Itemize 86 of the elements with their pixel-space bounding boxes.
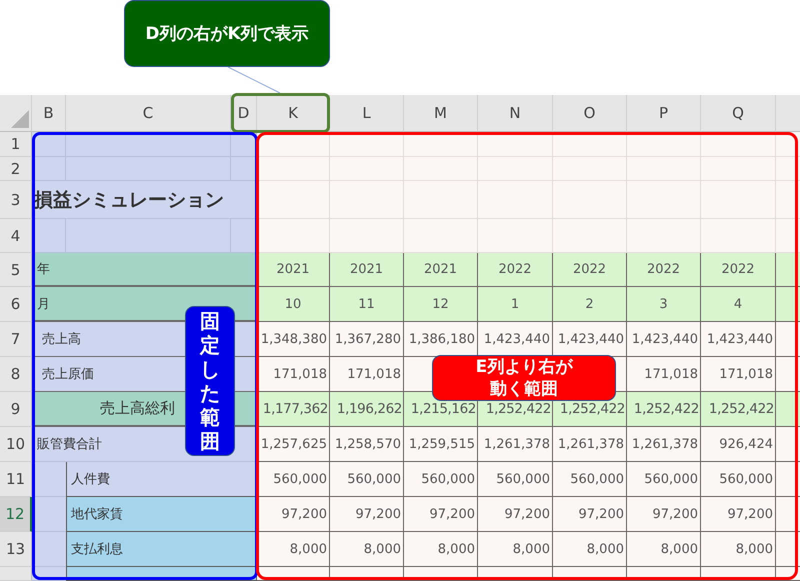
table-cell: 926,424 xyxy=(701,427,776,462)
table-cell: 11 xyxy=(330,287,404,322)
table-cell: 1,257,625 xyxy=(257,427,330,462)
table-cell: 2 xyxy=(553,287,627,322)
callout-note: D列の右がK列で表示 xyxy=(124,0,330,67)
row-header[interactable]: 9 xyxy=(0,392,32,427)
table-cell: 1,261,378 xyxy=(478,427,553,462)
table-cell: 2021 xyxy=(257,253,330,287)
table-cell: 1,423,440 xyxy=(701,322,776,357)
row-header[interactable]: 3 xyxy=(0,181,32,219)
range-label: E列より右が動く範囲 xyxy=(432,355,616,401)
row-label: 損益シミュレーション xyxy=(32,181,257,219)
range-label: 固定した範囲 xyxy=(185,306,235,456)
table-cell: 1,252,422 xyxy=(701,392,776,427)
table-cell: 8,000 xyxy=(478,532,553,567)
row-header[interactable]: 4 xyxy=(0,219,32,253)
table-cell: 97,200 xyxy=(701,497,776,532)
row-header[interactable]: 13 xyxy=(0,532,32,567)
table-cell: 560,000 xyxy=(553,462,627,497)
table-cell: 1,261,378 xyxy=(553,427,627,462)
table-cell: 171,018 xyxy=(627,357,701,392)
table-cell: 2022 xyxy=(478,253,553,287)
table-cell: 1,252,422 xyxy=(627,392,701,427)
column-header[interactable]: Q xyxy=(701,95,776,132)
table-cell: 1,423,440 xyxy=(478,322,553,357)
table-cell: 8,000 xyxy=(330,532,404,567)
table-cell: 560,000 xyxy=(627,462,701,497)
column-header[interactable]: P xyxy=(627,95,701,132)
row-header[interactable]: 2 xyxy=(0,157,32,181)
column-header[interactable]: M xyxy=(404,95,478,132)
table-cell: 1,261,378 xyxy=(627,427,701,462)
table-cell: 3 xyxy=(627,287,701,322)
table-cell: 560,000 xyxy=(701,462,776,497)
table-cell: 2021 xyxy=(404,253,478,287)
table-cell: 2022 xyxy=(701,253,776,287)
table-cell: 8,000 xyxy=(404,532,478,567)
row-header[interactable]: 11 xyxy=(0,462,32,497)
column-header[interactable]: N xyxy=(478,95,553,132)
table-cell: 8,000 xyxy=(627,532,701,567)
table-cell: 171,018 xyxy=(257,357,330,392)
table-cell: 12 xyxy=(404,287,478,322)
table-cell: 97,200 xyxy=(404,497,478,532)
table-cell: 1,258,570 xyxy=(330,427,404,462)
row-label: 年 xyxy=(32,253,257,287)
table-cell: 8,000 xyxy=(701,532,776,567)
table-cell: 1 xyxy=(478,287,553,322)
table-cell: 560,000 xyxy=(478,462,553,497)
table-cell: 560,000 xyxy=(404,462,478,497)
table-cell: 1,259,515 xyxy=(404,427,478,462)
column-header[interactable]: L xyxy=(330,95,404,132)
column-header[interactable]: B xyxy=(32,95,66,132)
table-cell: 10 xyxy=(257,287,330,322)
table-cell: 8,000 xyxy=(553,532,627,567)
row-header[interactable]: 5 xyxy=(0,253,32,287)
table-cell: 1,423,440 xyxy=(627,322,701,357)
row-header[interactable]: 10 xyxy=(0,427,32,462)
table-cell: 97,200 xyxy=(627,497,701,532)
table-cell: 97,200 xyxy=(257,497,330,532)
row-header[interactable]: 7 xyxy=(0,322,32,357)
row-label: 支払利息 xyxy=(66,532,257,567)
row-header[interactable]: 8 xyxy=(0,357,32,392)
table-cell: 97,200 xyxy=(330,497,404,532)
table-cell: 97,200 xyxy=(553,497,627,532)
table-cell: 1,177,362 xyxy=(257,392,330,427)
table-cell: 560,000 xyxy=(330,462,404,497)
table-cell: 1,423,440 xyxy=(553,322,627,357)
table-cell: 560,000 xyxy=(257,462,330,497)
row-header[interactable]: 6 xyxy=(0,287,32,322)
table-cell: 171,018 xyxy=(701,357,776,392)
table-cell: 2022 xyxy=(553,253,627,287)
row-header[interactable]: 12 xyxy=(0,497,32,532)
table-cell: 8,000 xyxy=(257,532,330,567)
column-header[interactable]: C xyxy=(66,95,231,132)
row-label: 人件費 xyxy=(66,462,257,497)
table-cell: 1,367,280 xyxy=(330,322,404,357)
table-cell: 1,196,262 xyxy=(330,392,404,427)
column-header[interactable]: O xyxy=(553,95,627,132)
row-label: 地代家賃 xyxy=(66,497,257,532)
table-cell: 97,200 xyxy=(478,497,553,532)
table-cell: 2022 xyxy=(627,253,701,287)
table-cell: 4 xyxy=(701,287,776,322)
table-cell: 171,018 xyxy=(330,357,404,392)
row-header[interactable]: 1 xyxy=(0,132,32,157)
table-cell: 1,348,380 xyxy=(257,322,330,357)
table-cell: 1,386,180 xyxy=(404,322,478,357)
table-cell: 2021 xyxy=(330,253,404,287)
